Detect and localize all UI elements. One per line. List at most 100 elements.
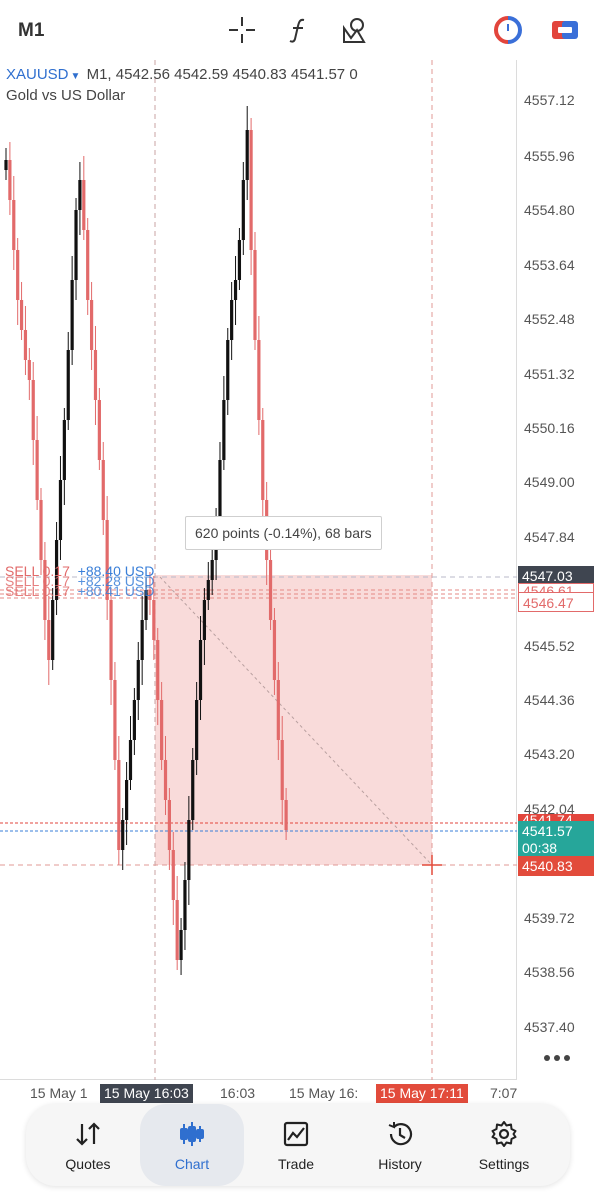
measure-tooltip: 620 points (-0.14%), 68 bars — [185, 516, 382, 550]
candle-body — [109, 600, 113, 680]
sell-open-price-tag: 4546.47 — [518, 592, 594, 612]
candle-body — [187, 820, 191, 880]
time-tick: 16:03 — [220, 1085, 256, 1101]
symbol-description: Gold vs US Dollar — [6, 87, 126, 104]
price-tick: 4537.40 — [524, 1019, 575, 1035]
candle-body — [241, 180, 245, 240]
symbol-info[interactable]: XAUUSD ▼ M1, 4542.56 4542.59 4540.83 4541… — [6, 66, 358, 83]
price-tick: 4554.80 — [524, 202, 575, 218]
candle-body — [86, 230, 90, 300]
candle-body — [163, 760, 168, 800]
nav-quotes[interactable]: Quotes — [36, 1104, 140, 1186]
candle-body — [89, 300, 94, 350]
time-tick: 7:07 — [490, 1085, 518, 1101]
price-tick: 4551.32 — [524, 366, 575, 382]
candle-body — [113, 680, 117, 760]
candle-body — [8, 160, 12, 200]
candle-body — [12, 200, 16, 250]
candle-body — [16, 250, 20, 300]
price-tick: 4544.36 — [524, 692, 575, 708]
candle-body — [233, 280, 238, 300]
candle-body — [253, 250, 257, 340]
price-tick: 4545.52 — [524, 638, 575, 654]
candle-body — [284, 800, 288, 830]
time-tick: 15 May 1 — [30, 1085, 88, 1101]
cursor-time-tag: 15 May 17:11 — [376, 1084, 468, 1103]
candle-body — [222, 400, 226, 460]
bottom-navigation: Quotes Chart Trade History Settings — [26, 1104, 570, 1186]
candle-body — [101, 460, 105, 520]
candle-body — [272, 620, 277, 680]
price-tick: 4547.84 — [524, 529, 575, 545]
candle-body — [4, 160, 8, 170]
candle-body — [152, 600, 156, 640]
candle-body — [160, 700, 164, 760]
candle-body — [175, 900, 179, 960]
candle-body — [206, 580, 210, 600]
settings-icon — [491, 1121, 517, 1147]
candle-body — [47, 620, 51, 660]
candle-body — [136, 660, 140, 700]
candle-body — [23, 330, 28, 360]
price-tick: 4553.64 — [524, 257, 575, 273]
chart-icon — [180, 1122, 204, 1146]
candle-body — [121, 820, 125, 850]
candle-body — [237, 240, 242, 280]
nav-history-label: History — [378, 1156, 422, 1172]
candlestick-chart[interactable] — [0, 0, 598, 1200]
candle-body — [93, 350, 98, 400]
candle-body — [280, 740, 284, 800]
more-options-icon[interactable] — [543, 1052, 571, 1064]
candle-body — [39, 500, 43, 560]
measure-start-time-tag: 15 May 16:03 — [100, 1084, 193, 1103]
candle-body — [210, 560, 214, 580]
price-tick: 4539.72 — [524, 910, 575, 926]
symbol-dropdown-icon[interactable]: ▼ — [71, 71, 81, 82]
candle-body — [82, 180, 86, 230]
symbol-name[interactable]: XAUUSD — [6, 66, 69, 83]
bar-timer-tag: 00:38 — [518, 840, 594, 857]
candle-body — [191, 760, 195, 820]
candle-body — [156, 640, 160, 700]
time-tick: 15 May 16: — [289, 1085, 359, 1101]
nav-settings-label: Settings — [478, 1156, 530, 1172]
candle-body — [261, 420, 265, 500]
price-tick: 4550.16 — [524, 420, 575, 436]
symbol-ohlc: M1, 4542.56 4542.59 4540.83 4541.57 0 — [86, 66, 358, 83]
candle-body — [195, 700, 199, 760]
candle-body — [198, 640, 203, 700]
candle-body — [78, 180, 82, 210]
candle-body — [167, 800, 171, 850]
candle-body — [276, 680, 280, 740]
candle-body — [179, 930, 183, 960]
nav-trade[interactable]: Trade — [244, 1104, 348, 1186]
nav-quotes-label: Quotes — [65, 1156, 111, 1172]
candle-body — [51, 600, 55, 660]
candle-body — [245, 130, 249, 180]
nav-chart[interactable]: Chart — [140, 1104, 244, 1186]
nav-trade-label: Trade — [277, 1156, 315, 1172]
candle-body — [74, 210, 78, 280]
candle-body — [218, 460, 222, 520]
candle-body — [66, 350, 70, 420]
candle-body — [125, 780, 129, 820]
candle-body — [19, 300, 24, 330]
price-tick: 4543.20 — [524, 746, 575, 762]
candle-body — [117, 760, 121, 850]
candle-body — [35, 440, 39, 500]
bid-price-tag: 4541.57 — [518, 821, 594, 841]
candle-body — [62, 420, 66, 480]
price-tick: 4549.00 — [524, 474, 575, 490]
candle-body — [249, 130, 253, 250]
candle-body — [171, 850, 175, 900]
candle-body — [132, 700, 136, 740]
candle-body — [128, 740, 133, 780]
candle-body — [70, 280, 74, 350]
nav-chart-label: Chart — [174, 1156, 210, 1172]
position-label[interactable]: SELL 0.17 +80.41 USD — [5, 583, 154, 599]
candle-body — [202, 600, 207, 640]
nav-history[interactable]: History — [348, 1104, 452, 1186]
nav-settings[interactable]: Settings — [452, 1104, 556, 1186]
candle-body — [31, 380, 35, 440]
candle-body — [27, 360, 31, 380]
